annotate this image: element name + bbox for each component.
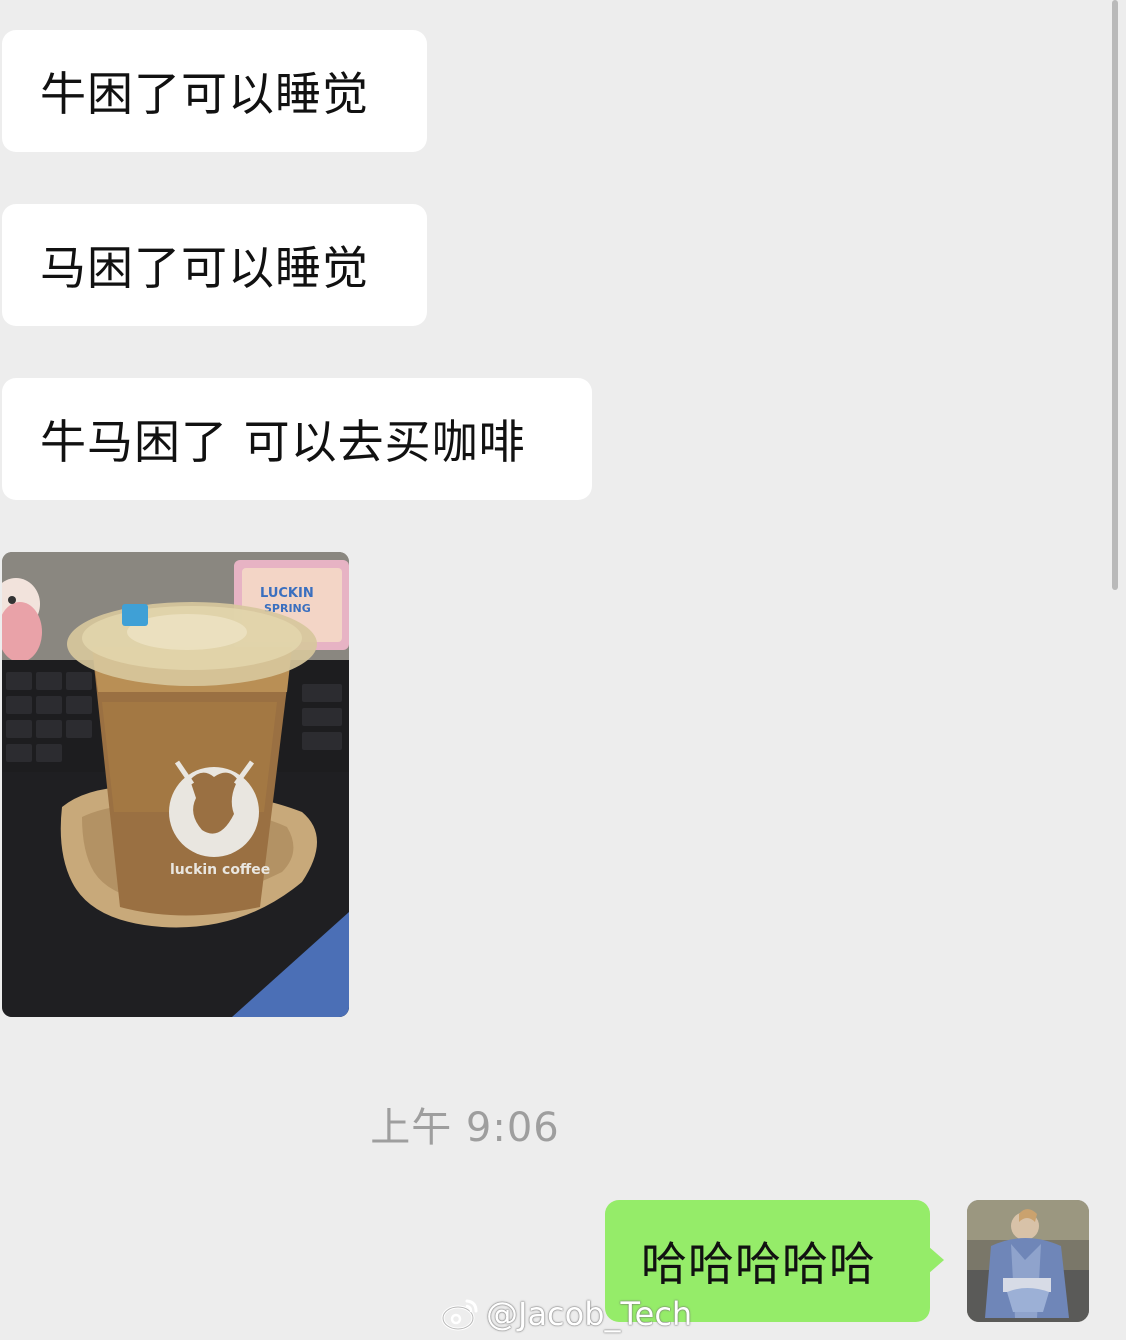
weibo-icon bbox=[441, 1299, 478, 1331]
avatar-photo bbox=[967, 1200, 1089, 1322]
message-text: 牛困了可以睡觉 bbox=[40, 67, 369, 121]
watermark-text: @Jacob_Tech bbox=[486, 1295, 693, 1333]
message-timestamp: 上午 9:06 bbox=[370, 1105, 560, 1151]
incoming-message-bubble[interactable]: 牛困了可以睡觉 bbox=[2, 30, 427, 152]
photo-logo-text: luckin coffee bbox=[170, 862, 270, 878]
incoming-message-bubble[interactable]: 牛马困了 可以去买咖啡 bbox=[2, 378, 592, 500]
message-text: 马困了可以睡觉 bbox=[40, 241, 369, 295]
coffee-cup-photo: LUCKIN SPRING luckin coffee bbox=[2, 552, 349, 1017]
svg-text:LUCKIN: LUCKIN bbox=[260, 586, 314, 601]
incoming-message-bubble[interactable]: 马困了可以睡觉 bbox=[2, 204, 427, 326]
bubble-tail bbox=[928, 1246, 944, 1274]
incoming-photo-message[interactable]: LUCKIN SPRING luckin coffee bbox=[2, 552, 349, 1017]
weibo-watermark: @Jacob_Tech bbox=[440, 1292, 692, 1336]
user-avatar[interactable] bbox=[967, 1200, 1089, 1322]
message-text: 哈哈哈哈哈 bbox=[641, 1237, 876, 1291]
lucky-cat-figurine bbox=[2, 578, 42, 662]
chat-scrollbar[interactable] bbox=[1112, 0, 1118, 590]
message-text: 牛马困了 可以去买咖啡 bbox=[40, 415, 526, 469]
